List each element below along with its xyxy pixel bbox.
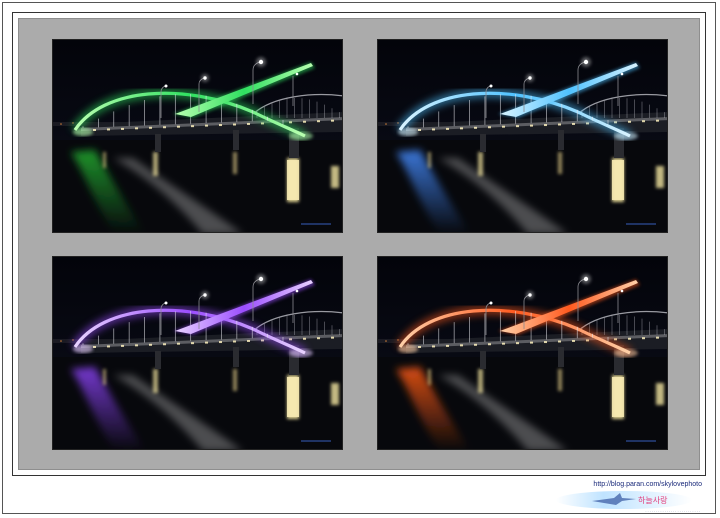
photo-green-bridge (52, 39, 343, 233)
blog-credit: http://blog.paran.com/skylovephoto 하늘사랑 … (554, 480, 706, 514)
logo-text: 하늘사랑 (638, 495, 668, 505)
photo-blue-bridge (377, 39, 668, 233)
photo-orange-bridge (377, 256, 668, 450)
credit-fine-print: · · · · · · · · · · · · · · · · · · · · … (645, 510, 700, 514)
photo-violet-bridge (52, 256, 343, 450)
